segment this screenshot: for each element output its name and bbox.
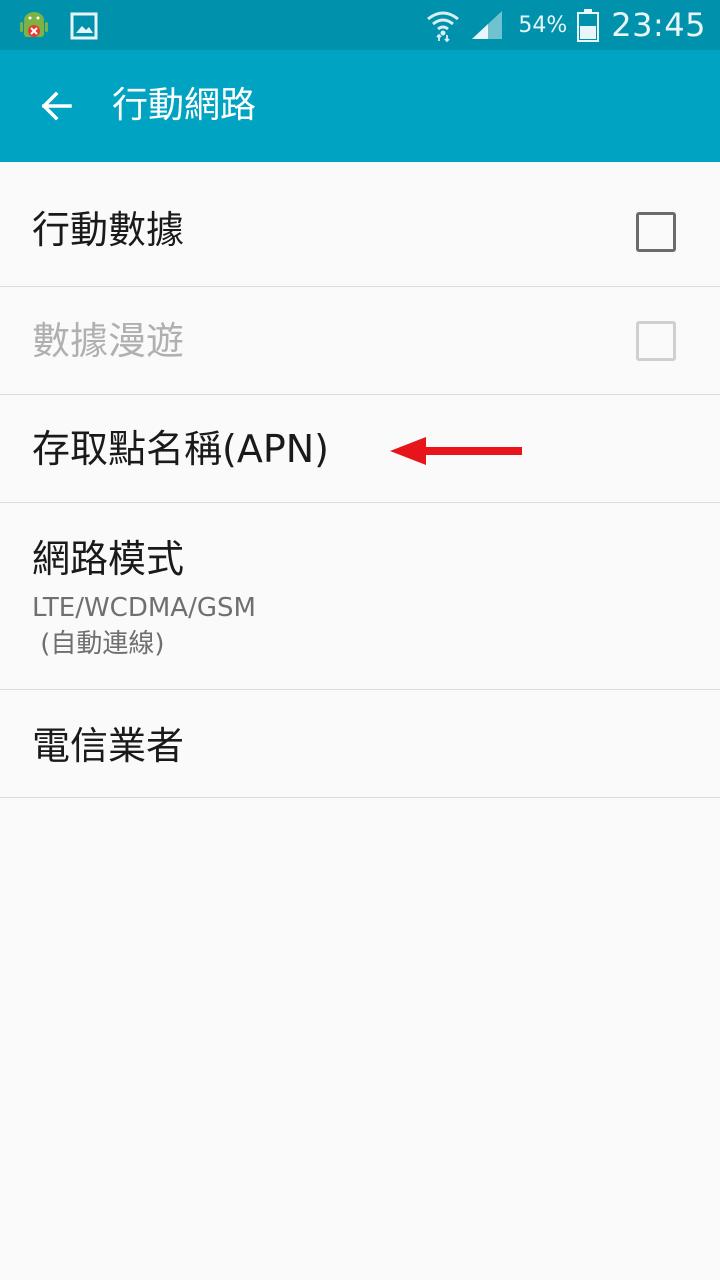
mobile-data-checkbox[interactable] — [636, 212, 676, 252]
settings-list: 行動數據 數據漫遊 存取點名稱(APN) 網路模式 LTE/WCDMA/GSM … — [0, 162, 720, 798]
app-bar: 行動網路 — [0, 50, 720, 162]
wifi-icon — [426, 7, 460, 43]
arrow-back-icon — [41, 91, 72, 121]
setting-data-roaming[interactable]: 數據漫遊 — [0, 287, 720, 395]
signal-icon — [470, 9, 504, 41]
setting-network-mode[interactable]: 網路模式 LTE/WCDMA/GSM (自動連線) — [0, 503, 720, 690]
page-title: 行動網路 — [112, 85, 257, 126]
red-arrow-icon — [390, 437, 522, 465]
setting-label: 存取點名稱(APN) — [32, 427, 329, 471]
battery-icon — [577, 8, 600, 42]
setting-summary-note: (自動連線) — [32, 629, 165, 659]
setting-label: 行動數據 — [32, 208, 185, 252]
clock: 23:45 — [611, 6, 706, 44]
setting-apn[interactable]: 存取點名稱(APN) — [0, 395, 720, 503]
status-bar: 54% 23:45 — [0, 0, 720, 50]
data-roaming-checkbox[interactable] — [636, 321, 676, 361]
gallery-icon — [66, 8, 102, 44]
system-indicators: 54% 23:45 — [416, 0, 706, 50]
setting-mobile-data[interactable]: 行動數據 — [0, 162, 720, 287]
battery-percentage: 54% — [518, 12, 568, 38]
setting-carrier[interactable]: 電信業者 — [0, 690, 720, 798]
android-debug-icon — [16, 8, 52, 44]
setting-label: 網路模式 — [32, 537, 185, 581]
setting-summary: LTE/WCDMA/GSM — [32, 593, 256, 623]
setting-label: 數據漫遊 — [32, 319, 185, 363]
setting-label: 電信業者 — [32, 724, 185, 768]
back-button[interactable] — [22, 78, 90, 134]
notification-icons — [16, 8, 116, 44]
